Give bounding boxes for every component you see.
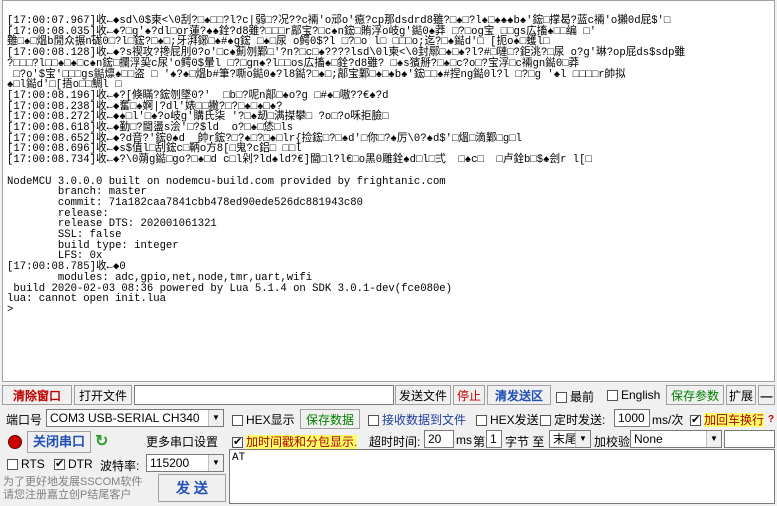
timed-send-check-icon bbox=[540, 415, 551, 426]
timed-send-label: 定时发送: bbox=[554, 413, 606, 427]
toolbar: 清除窗口 打开文件 发送文件 停止 清发送区 最前 English 保存参数 扩… bbox=[2, 385, 775, 407]
interval-unit: ms/次 bbox=[652, 413, 684, 427]
expand-button[interactable]: 扩展 bbox=[726, 385, 756, 405]
recv-to-file-checkbox[interactable]: 接收数据到文件 bbox=[368, 411, 466, 428]
collapse-button[interactable]: — bbox=[758, 385, 775, 405]
nth-input[interactable]: 1 bbox=[486, 430, 502, 448]
recv-to-file-label: 接收数据到文件 bbox=[382, 413, 467, 427]
timeout-label: 超时时间: bbox=[369, 435, 421, 449]
baud-label: 波特率: bbox=[100, 459, 140, 473]
timestamp-check-icon bbox=[232, 435, 243, 448]
port-label: 端口号 bbox=[6, 413, 43, 427]
english-check-icon bbox=[607, 390, 618, 401]
rts-check-icon bbox=[7, 459, 18, 470]
rts-checkbox[interactable]: RTS bbox=[7, 457, 45, 471]
port-select[interactable]: COM3 USB-SERIAL CH340 ▼ bbox=[46, 409, 224, 427]
hex-send-check-icon bbox=[476, 415, 487, 426]
end-value: 末尾 bbox=[553, 432, 578, 446]
chevron-down-icon: ▼ bbox=[575, 431, 590, 447]
interval-input[interactable]: 1000 bbox=[614, 409, 650, 427]
port-status-icon bbox=[8, 435, 22, 449]
baud-value: 115200 bbox=[150, 456, 190, 470]
checksum-extra-input[interactable] bbox=[724, 430, 775, 448]
close-port-button[interactable]: 关闭串口 bbox=[27, 431, 91, 453]
chevron-down-icon: ▼ bbox=[208, 455, 223, 471]
checksum-label: 加校验 bbox=[594, 435, 631, 449]
hex-send-checkbox[interactable]: HEX发送 bbox=[476, 411, 539, 428]
hex-display-checkbox[interactable]: HEX显示 bbox=[232, 411, 295, 428]
receive-text: [17:00:07.967]收←◆sd\0$柬<\0刮?□♠□□?l?c|弱□?… bbox=[7, 15, 686, 316]
timeout-input[interactable]: 20 bbox=[424, 430, 454, 448]
baud-select[interactable]: 115200 ▼ bbox=[146, 454, 224, 472]
topmost-checkbox[interactable]: 最前 bbox=[556, 388, 594, 405]
append-crlf-label: 加回车换行 bbox=[704, 413, 765, 427]
receive-area[interactable]: [17:00:07.967]收←◆sd\0$柬<\0刮?□♠□□?l?c|弱□?… bbox=[2, 0, 775, 382]
timeout-unit: ms bbox=[456, 433, 472, 447]
hex-send-label: HEX发送 bbox=[490, 413, 539, 427]
rts-label: RTS bbox=[21, 457, 45, 471]
dtr-checkbox[interactable]: DTR bbox=[54, 457, 93, 471]
hex-display-label: HEX显示 bbox=[246, 413, 295, 427]
port-value: COM3 USB-SERIAL CH340 bbox=[50, 411, 200, 425]
dtr-check-icon bbox=[54, 457, 65, 470]
topmost-check-icon bbox=[556, 392, 567, 403]
file-path-input[interactable] bbox=[134, 385, 394, 405]
clear-send-area-button[interactable]: 清发送区 bbox=[487, 385, 551, 405]
checksum-value: None bbox=[634, 432, 663, 446]
timestamp-checkbox[interactable]: 加时间戳和分包显示. bbox=[232, 433, 358, 450]
promo-line-2: 请您注册嘉立创P结尾客户 bbox=[3, 489, 132, 501]
checksum-select[interactable]: None ▼ bbox=[630, 430, 722, 448]
send-textarea[interactable]: AT bbox=[229, 449, 775, 504]
promo-line-1: 为了更好地发展SSCOM软件 bbox=[3, 476, 143, 488]
end-select[interactable]: 末尾 ▼ bbox=[549, 430, 591, 448]
append-crlf-checkbox[interactable]: 加回车换行 bbox=[690, 411, 765, 428]
refresh-icon[interactable]: ↻ bbox=[95, 431, 108, 451]
save-data-button[interactable]: 保存数据 bbox=[300, 409, 360, 429]
chevron-down-icon: ▼ bbox=[706, 431, 721, 447]
english-label: English bbox=[621, 388, 661, 402]
dtr-label: DTR bbox=[68, 457, 93, 471]
timestamp-label: 加时间戳和分包显示. bbox=[246, 435, 358, 449]
send-file-button[interactable]: 发送文件 bbox=[395, 385, 451, 405]
stop-button[interactable]: 停止 bbox=[453, 385, 485, 405]
nth-label: 第 bbox=[473, 435, 486, 449]
send-text: AT bbox=[232, 452, 246, 464]
save-params-button[interactable]: 保存参数 bbox=[666, 385, 724, 405]
help-icon[interactable]: ? bbox=[768, 414, 774, 425]
clear-window-button[interactable]: 清除窗口 bbox=[2, 385, 72, 405]
open-file-button[interactable]: 打开文件 bbox=[74, 385, 132, 405]
chevron-down-icon: ▼ bbox=[208, 410, 223, 426]
timed-send-checkbox[interactable]: 定时发送: bbox=[540, 411, 605, 428]
topmost-label: 最前 bbox=[570, 390, 595, 404]
send-button[interactable]: 发 送 bbox=[158, 474, 226, 502]
english-checkbox[interactable]: English bbox=[607, 388, 660, 402]
recv-to-file-check-icon bbox=[368, 415, 379, 426]
more-settings-button[interactable]: 更多串口设置 bbox=[146, 433, 218, 450]
byte-to-label: 字节 至 bbox=[505, 435, 545, 449]
append-crlf-check-icon bbox=[690, 413, 701, 426]
promo-text[interactable]: 为了更好地发展SSCOM软件 请您注册嘉立创P结尾客户 bbox=[3, 476, 142, 502]
hex-display-check-icon bbox=[232, 415, 243, 426]
